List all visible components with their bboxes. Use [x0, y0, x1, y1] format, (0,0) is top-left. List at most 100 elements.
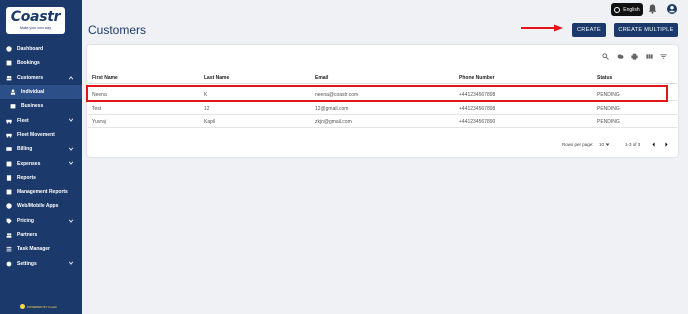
fleet-movement-icon [5, 131, 12, 138]
pagination-range: 1-3 of 3 [625, 142, 641, 147]
create-button[interactable]: CREATE [572, 23, 606, 37]
powered-by-icon [20, 304, 25, 309]
last-name-cell: 12 [204, 106, 210, 112]
sidebar-item-label: Business [21, 103, 44, 110]
business-icon [9, 103, 16, 110]
language-button[interactable]: English [611, 3, 643, 16]
sidebar-item-partners[interactable]: Partners [0, 228, 82, 242]
column-header-last-name[interactable]: Last Name [204, 75, 229, 81]
search-icon[interactable] [602, 53, 609, 60]
sidebar-item-label: Reports [17, 174, 36, 181]
column-header-email[interactable]: Email [315, 75, 328, 81]
status-cell: PENDING [597, 106, 620, 112]
previous-page-icon[interactable] [650, 141, 657, 148]
sidebar-item-label: Customers [17, 74, 44, 81]
bookings-icon [5, 60, 12, 67]
sidebar-item-management-reports[interactable]: Management Reports [0, 185, 82, 199]
partners-icon [5, 232, 12, 239]
globe-icon [614, 6, 621, 13]
expenses-icon [5, 160, 12, 167]
create-multiple-button[interactable]: CREATE MULTIPLE [614, 23, 678, 37]
sidebar-item-fleet[interactable]: Fleet [0, 113, 82, 127]
sidebar-item-label: Partners [17, 232, 38, 238]
powered-by: POWERED BY Coastr [20, 304, 57, 309]
sidebar-item-label: Task Manager [17, 246, 50, 253]
table-row[interactable]: Test 12 12@gmail.com +441234567898 PENDI… [88, 102, 677, 115]
sidebar-item-label: Billing [17, 146, 33, 153]
column-header-first-name[interactable]: First Name [92, 75, 118, 81]
management-reports-icon [5, 189, 12, 196]
sidebar-item-label: Dashboard [17, 46, 44, 53]
table-toolbar [602, 53, 675, 60]
sidebar-item-label: Settings [17, 260, 37, 267]
email-cell: zkjn@gmail.com [315, 119, 352, 125]
sidebar-item-label: Bookings [17, 60, 40, 67]
sidebar-item-business[interactable]: Business [0, 99, 82, 113]
sidebar-item-label: Pricing [17, 217, 34, 224]
chevron-down-icon [68, 160, 74, 166]
dashboard-icon [5, 46, 12, 53]
sidebar-item-pricing[interactable]: Pricing [0, 214, 82, 228]
cloud-download-icon[interactable] [617, 53, 624, 60]
sidebar-item-web-mobile-apps[interactable]: Web/Mobile Apps [0, 199, 82, 213]
powered-by-text: POWERED BY Coastr [27, 304, 57, 309]
last-name-cell: Kapil [204, 119, 216, 125]
language-label: English [623, 6, 640, 13]
pricing-icon [5, 217, 12, 224]
phone-cell: +441234567898 [459, 106, 496, 112]
header-divider [88, 83, 677, 84]
task-manager-icon [5, 246, 12, 253]
filter-icon[interactable] [660, 53, 667, 60]
bell-icon[interactable] [648, 4, 657, 14]
sidebar-item-individual[interactable]: Individual [0, 84, 82, 100]
logo-tagline: Make your own way [20, 26, 51, 30]
highlight-box-annotation [86, 85, 668, 102]
sidebar-item-label: Management Reports [17, 189, 68, 196]
sidebar-item-label: Expenses [17, 160, 41, 167]
sidebar-item-expenses[interactable]: Expenses [0, 156, 82, 170]
chevron-down-icon [68, 260, 74, 266]
apps-icon [5, 203, 12, 210]
sidebar-item-customers[interactable]: Customers [0, 71, 82, 85]
sidebar-item-label: Individual [21, 89, 45, 96]
customers-icon [5, 74, 12, 81]
status-cell: PENDING [597, 119, 620, 125]
arrow-annotation [521, 24, 563, 32]
sidebar-nav: Dashboard Bookings Customers Individual … [0, 42, 82, 271]
chevron-down-icon [68, 117, 74, 123]
logo-text: Coastr [10, 9, 61, 25]
sidebar-item-label: Fleet [17, 117, 29, 124]
first-name-cell: Test [92, 106, 102, 112]
reports-icon [5, 174, 12, 181]
sidebar-item-dashboard[interactable]: Dashboard [0, 42, 82, 56]
user-avatar-icon[interactable] [667, 4, 677, 14]
next-page-icon[interactable] [663, 141, 670, 148]
table-row[interactable]: Yuvraj Kapil zkjn@gmail.com +44123456789… [88, 115, 677, 128]
logo[interactable]: Coastr Make your own way [6, 7, 65, 34]
print-icon[interactable] [631, 53, 638, 60]
sidebar-item-reports[interactable]: Reports [0, 171, 82, 185]
sidebar-item-label: Fleet Movement [17, 131, 55, 138]
column-header-status[interactable]: Status [597, 75, 612, 81]
sidebar-item-bookings[interactable]: Bookings [0, 56, 82, 70]
first-name-cell: Yuvraj [92, 119, 106, 125]
rows-per-page-label: Rows per page: [562, 142, 594, 147]
email-cell: 12@gmail.com [315, 106, 349, 112]
sidebar-item-label: Web/Mobile Apps [17, 203, 59, 210]
chevron-down-icon [68, 218, 74, 224]
sidebar-item-task-manager[interactable]: Task Manager [0, 242, 82, 256]
fleet-icon [5, 117, 12, 124]
page-title: Customers [88, 23, 147, 37]
sidebar-item-fleet-movement[interactable]: Fleet Movement [0, 128, 82, 142]
chevron-up-icon [68, 75, 74, 81]
sidebar-item-settings[interactable]: Settings [0, 256, 82, 270]
rows-per-page-select[interactable]: 10 [599, 142, 604, 147]
caret-down-icon[interactable] [605, 142, 610, 147]
view-columns-icon[interactable] [645, 53, 653, 60]
sidebar-item-billing[interactable]: Billing [0, 142, 82, 156]
individual-icon [9, 89, 16, 96]
billing-icon [5, 146, 12, 153]
column-header-phone-number[interactable]: Phone Number [459, 75, 495, 81]
sidebar: Coastr Make your own way Dashboard Booki… [0, 0, 82, 314]
phone-cell: +441234567890 [459, 119, 496, 125]
